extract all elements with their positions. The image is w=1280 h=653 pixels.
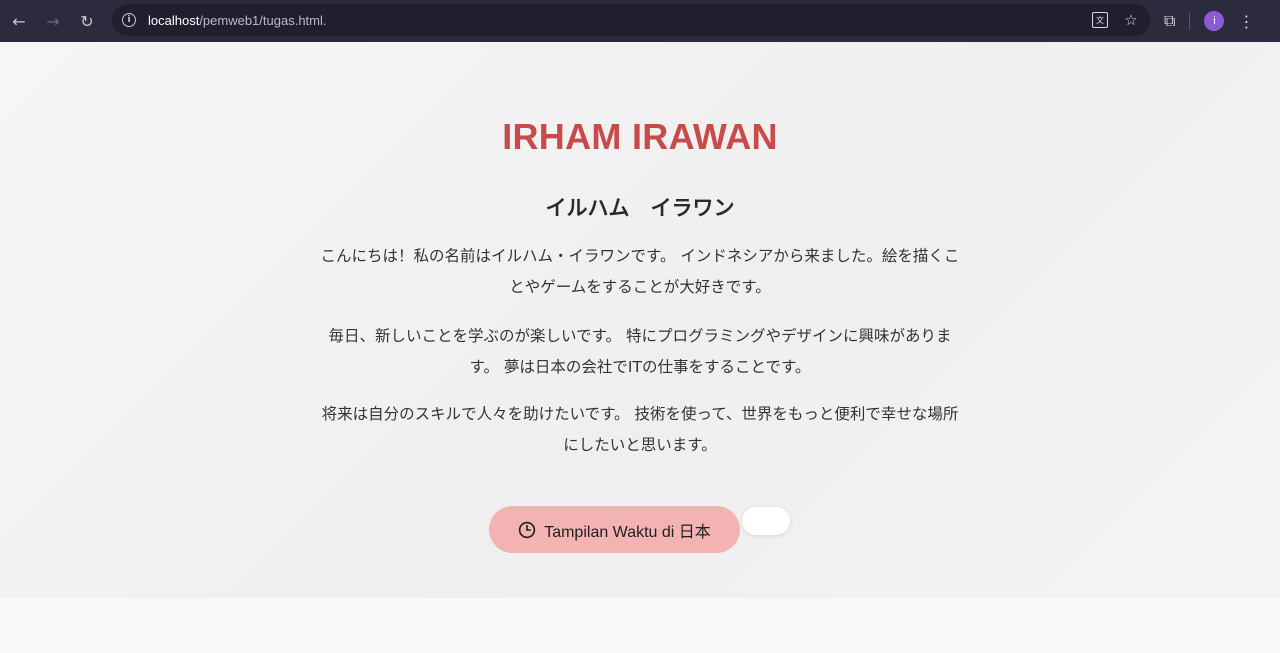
intro-paragraph-1: こんにちは！私の名前はイルハム・イラワンです。 インドネシアから来ました。絵を描… — [320, 247, 960, 296]
avatar[interactable]: i — [1204, 11, 1225, 31]
reload-icon: ↻ — [80, 11, 94, 31]
forward-button[interactable]: → — [36, 4, 70, 38]
show-japan-time-label: Tampilan Waktu di 日本 — [544, 523, 711, 541]
reload-button[interactable]: ↻ — [70, 4, 104, 38]
nav-buttons: ← → ↻ — [2, 4, 104, 38]
arrow-left-icon: ← — [12, 11, 26, 31]
theme-toggle[interactable] — [742, 507, 790, 535]
toolbar-right — [230, 0, 1270, 42]
browser-toolbar: ← → ↻ i localhost/pemweb1/tugas.html. 文 … — [0, 0, 1280, 42]
page-content: IRHAM IRAWAN イルハム イラワン こんにちは！私の名前はイルハム・イ… — [0, 42, 1280, 598]
show-japan-time-button[interactable]: Tampilan Waktu di 日本 — [489, 506, 740, 553]
clock-icon — [519, 521, 536, 538]
toolbar-divider — [1189, 12, 1191, 30]
back-button[interactable]: ← — [2, 4, 36, 38]
page-footer-area — [0, 598, 1280, 653]
kebab-menu-icon[interactable]: ⋮ — [1238, 12, 1254, 31]
page-title: IRHAM IRAWAN — [502, 116, 778, 157]
page-subtitle: イルハム イラワン — [545, 196, 735, 220]
intro-paragraph-3: 将来は自分のスキルで人々を助けたいです。 技術を使って、世界をもっと便利で幸せな… — [321, 405, 959, 454]
url-host: localhost — [148, 12, 200, 28]
info-icon[interactable]: i — [122, 13, 136, 27]
toolbar-right-actions: ⧉ i ⋮ — [1164, 0, 1254, 42]
puzzle-icon[interactable]: ⧉ — [1164, 11, 1175, 31]
intro-paragraph-2: 毎日、新しいことを学ぶのが楽しいです。 特にプログラミングやデザインに興味があり… — [328, 327, 952, 376]
arrow-right-icon: → — [46, 11, 60, 31]
